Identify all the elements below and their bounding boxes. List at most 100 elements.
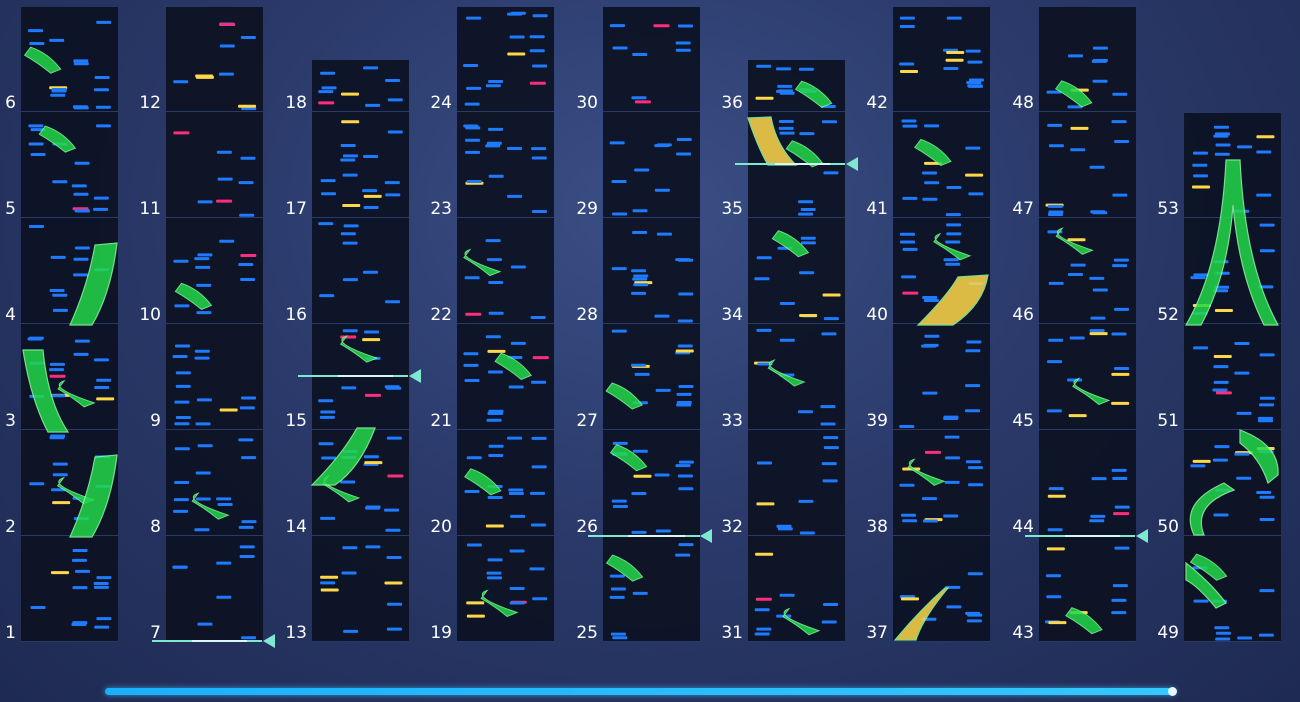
note [1193, 174, 1209, 178]
note [93, 358, 109, 362]
note [1090, 316, 1106, 320]
note [1213, 354, 1232, 358]
note [197, 200, 213, 204]
note [342, 154, 358, 158]
note [240, 156, 256, 160]
note [318, 399, 334, 403]
note [238, 104, 257, 108]
note [1258, 633, 1274, 637]
note [96, 20, 112, 24]
note [240, 35, 256, 39]
note [1256, 150, 1272, 154]
note [194, 528, 210, 532]
note [216, 497, 232, 501]
note [631, 269, 647, 273]
note [676, 400, 692, 404]
note [463, 352, 479, 356]
note [799, 132, 815, 136]
note [238, 438, 254, 442]
note [241, 636, 257, 640]
note [821, 332, 837, 336]
note [776, 524, 792, 528]
note [1092, 79, 1108, 83]
note [342, 329, 358, 333]
playhead-marker-icon[interactable] [700, 529, 712, 543]
note [1047, 204, 1063, 208]
note [239, 545, 255, 549]
note [364, 393, 381, 397]
measure-number: 29 [576, 199, 598, 219]
note [967, 466, 983, 470]
note [946, 51, 965, 55]
note [321, 86, 337, 90]
note [1091, 477, 1107, 481]
note [465, 138, 481, 142]
note [945, 213, 961, 217]
note [341, 571, 357, 575]
note [899, 16, 915, 20]
measure-number: 36 [721, 93, 743, 113]
note [1213, 380, 1229, 384]
note [609, 595, 625, 599]
note [611, 267, 627, 271]
note [1067, 238, 1086, 242]
note [238, 263, 254, 267]
note [488, 311, 504, 315]
playhead-marker-icon[interactable] [263, 634, 275, 648]
note [487, 349, 506, 353]
note [924, 334, 940, 338]
note [1256, 491, 1272, 495]
measure-number: 16 [285, 305, 307, 325]
note [675, 349, 694, 353]
note [1067, 273, 1083, 276]
note [51, 88, 67, 92]
note [632, 591, 648, 595]
note [216, 199, 233, 203]
note [946, 605, 962, 609]
progress-scrollbar[interactable] [105, 688, 1176, 695]
note [466, 456, 482, 460]
playhead-marker-icon[interactable] [846, 157, 858, 171]
note [901, 513, 917, 517]
note [342, 278, 358, 282]
playhead-marker-icon[interactable] [1136, 529, 1148, 543]
note [49, 362, 65, 366]
note [238, 525, 254, 529]
note [384, 508, 400, 512]
note [923, 298, 939, 302]
note [194, 257, 210, 261]
note [634, 100, 651, 104]
note [464, 489, 480, 493]
note [216, 150, 232, 154]
note [678, 24, 694, 28]
note [28, 29, 44, 33]
playhead-marker-icon[interactable] [409, 369, 421, 383]
measure-number: 19 [430, 623, 452, 643]
note [1259, 403, 1275, 407]
measure-number: 13 [285, 623, 307, 643]
note [96, 397, 115, 401]
note [74, 246, 90, 250]
note [1114, 366, 1130, 370]
note [654, 188, 670, 192]
note [1048, 281, 1064, 285]
measure-number: 41 [866, 199, 888, 219]
scrollbar-end-knob[interactable] [1168, 687, 1177, 696]
note [902, 247, 918, 251]
note [321, 192, 337, 196]
note [655, 388, 671, 392]
note [1048, 144, 1064, 148]
note [52, 308, 68, 312]
note [779, 131, 795, 135]
note [173, 131, 190, 135]
note [172, 565, 188, 569]
note [1214, 626, 1230, 630]
note [1047, 360, 1063, 364]
note [195, 497, 211, 501]
note [924, 450, 941, 454]
measure-number: 49 [1157, 623, 1179, 643]
note [196, 311, 212, 315]
note [821, 120, 837, 124]
note [340, 232, 356, 236]
note [51, 571, 70, 575]
